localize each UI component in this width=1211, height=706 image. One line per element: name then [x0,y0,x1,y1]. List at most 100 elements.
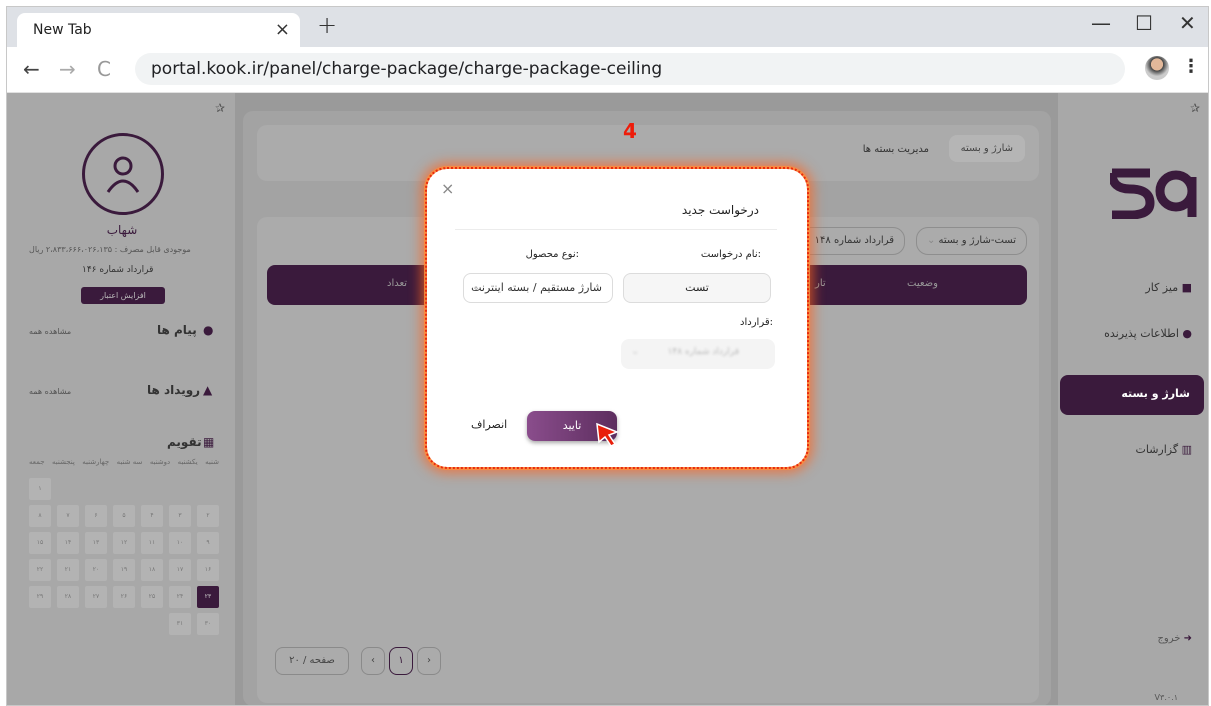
bell-icon: ▲ [203,383,213,397]
nav-charge-package[interactable]: شارژ و بسته [1060,375,1204,415]
calendar-day[interactable]: ۱۰ [169,532,191,554]
tab-title: New Tab [33,22,92,38]
calendar-day[interactable]: ۱۵ [29,532,51,554]
calendar-day[interactable]: ۱۷ [169,559,191,581]
calendar-day[interactable]: ۲۹ [29,586,51,608]
pin-icon[interactable]: ✰ [1190,101,1200,115]
cancel-button[interactable]: انصراف [471,418,507,431]
calendar-day[interactable]: ۶ [85,505,107,527]
chart-icon: ▥ [1181,443,1192,456]
chevron-down-icon: ⌄ [472,282,481,293]
calendar-day[interactable]: ۲۷ [85,586,107,608]
tab-strip: New Tab × + — ☐ ✕ [7,7,1208,47]
address-bar[interactable]: portal.kook.ir/panel/charge-package/char… [135,53,1125,85]
calendar-day[interactable]: ۲۴ [169,586,191,608]
weekday: چهارشنبه [82,458,110,466]
column-header: وضعیت [907,278,938,289]
browser-window: New Tab × + — ☐ ✕ ← → C portal.kook.ir/p… [6,6,1209,706]
messages-view-all[interactable]: مشاهده همه [29,327,71,336]
contract-select-value: قرارداد شماره ۱۴۸ [667,347,739,357]
calendar-day[interactable]: ۵ [113,505,135,527]
calendar-day[interactable]: ۱۸ [141,559,163,581]
weekday: سه شنبه [116,458,143,466]
next-page-button[interactable]: › [417,647,441,675]
maximize-icon[interactable]: ☐ [1135,11,1153,35]
calendar-day[interactable]: ۲۵ [141,586,163,608]
close-window-icon[interactable]: ✕ [1179,11,1196,35]
calendar-day[interactable]: ۲۶ [113,586,135,608]
product-type-select[interactable]: ⌄ شارژ مستقیم / بسته اینترنت [463,273,613,303]
tab-close-icon[interactable]: × [275,19,290,40]
nav-reports[interactable]: گزارشات ▥ [1135,443,1192,456]
users-icon: ● [1182,327,1192,340]
calendar-day[interactable]: ۱۶ [197,559,219,581]
calendar-day[interactable]: ۳۱ [169,613,191,635]
page-number-button[interactable]: ۱ [389,647,413,675]
calendar-day[interactable]: ۲۰ [85,559,107,581]
username: شهاب [106,223,138,237]
mouse-cursor-icon [596,422,620,447]
calendar-day[interactable]: ۴ [141,505,163,527]
messages-title: پیام ها [157,323,197,337]
calendar-day[interactable]: ۲۸ [57,586,79,608]
calendar-day[interactable]: ۹ [197,532,219,554]
weekday: جمعه [29,458,45,466]
calendar-day[interactable]: ۱۹ [113,559,135,581]
page-size-select[interactable]: ۲۰ / صفحه [275,647,349,675]
reload-icon[interactable]: C [97,57,111,81]
contract-link[interactable]: قرارداد شماره ۱۴۶ [82,265,153,275]
close-icon[interactable]: × [441,179,454,198]
increase-credit-button[interactable]: افزایش اعتبار [81,287,165,304]
events-view-all[interactable]: مشاهده همه [29,387,71,396]
logout-label: خروج [1157,633,1181,644]
forward-icon[interactable]: → [59,57,76,81]
contract-filter-value: قرارداد شماره ۱۴۸ [814,235,894,246]
prev-page-button[interactable]: ‹ [361,647,385,675]
profile-avatar[interactable] [1145,56,1169,80]
calendar-day[interactable]: ۸ [29,505,51,527]
calendar-day [57,478,79,500]
calendar-day[interactable]: ۳۰ [197,613,219,635]
calendar-day[interactable]: ۲۳ [197,586,219,608]
menu-icon[interactable]: ⋮ [1182,56,1200,77]
message-icon: ● [203,323,214,337]
pin-icon[interactable]: ✰ [215,101,225,115]
request-name-input[interactable]: تست [623,273,771,303]
kook-logo [1110,168,1197,219]
column-header: تعداد [387,278,408,289]
left-sidebar: ✰ شهاب موجودی قابل مصرف : ۲،۸۳۳،۶۶۶،۰۲۶،… [7,93,235,705]
calendar-day [141,478,163,500]
weekday: دوشنبه [149,458,171,466]
calendar-day[interactable]: ۲۱ [57,559,79,581]
new-tab-button[interactable]: + [317,11,337,39]
calendar-day[interactable]: ۱۳ [85,532,107,554]
contract-filter[interactable]: ⌄ قرارداد شماره ۱۴۸ [792,227,905,255]
modal-title: درخواست جدید [681,203,759,217]
contract-select[interactable]: ⌄ قرارداد شماره ۱۴۸ [621,339,775,369]
calendar-day[interactable]: ۲ [197,505,219,527]
breadcrumb-page: مدیریت بسته ها [862,144,929,155]
calendar-day[interactable]: ۳ [169,505,191,527]
nav-dashboard[interactable]: میز کار ■ [1145,281,1192,294]
tab-new-tab[interactable]: New Tab × [17,13,300,47]
calendar-day[interactable]: ۱ [29,478,51,500]
calendar-day[interactable]: ۱۱ [141,532,163,554]
back-icon[interactable]: ← [23,57,40,81]
nav-merchant-label: اطلاعات پذیرنده [1104,327,1179,340]
calendar-weekdays: شنبه یکشنبه دوشنبه سه شنبه چهارشنبه پنجش… [29,458,219,466]
weekday: پنجشنبه [52,458,75,466]
nav-merchant-info[interactable]: اطلاعات پذیرنده ● [1104,327,1192,340]
calendar-day[interactable]: ۱۲ [113,532,135,554]
type-filter[interactable]: ⌄ تست-شارژ و بسته [915,227,1027,255]
nav-charge-label: شارژ و بسته [1121,387,1190,400]
calendar-day[interactable]: ۱۴ [57,532,79,554]
balance-text: موجودی قابل مصرف : ۲،۸۳۳،۶۶۶،۰۲۶،۱۳۵ ریا… [29,245,191,254]
calendar-day[interactable]: ۲۲ [29,559,51,581]
minimize-icon[interactable]: — [1091,11,1111,35]
chevron-down-icon: ⌄ [926,235,939,246]
calendar-day[interactable]: ۷ [57,505,79,527]
calendar-day [85,478,107,500]
breadcrumb-current[interactable]: شارژ و بسته [948,135,1025,162]
logout-button[interactable]: خروج ➜ [1157,633,1192,644]
version-text: V۳.۰.۱ [1154,693,1178,702]
